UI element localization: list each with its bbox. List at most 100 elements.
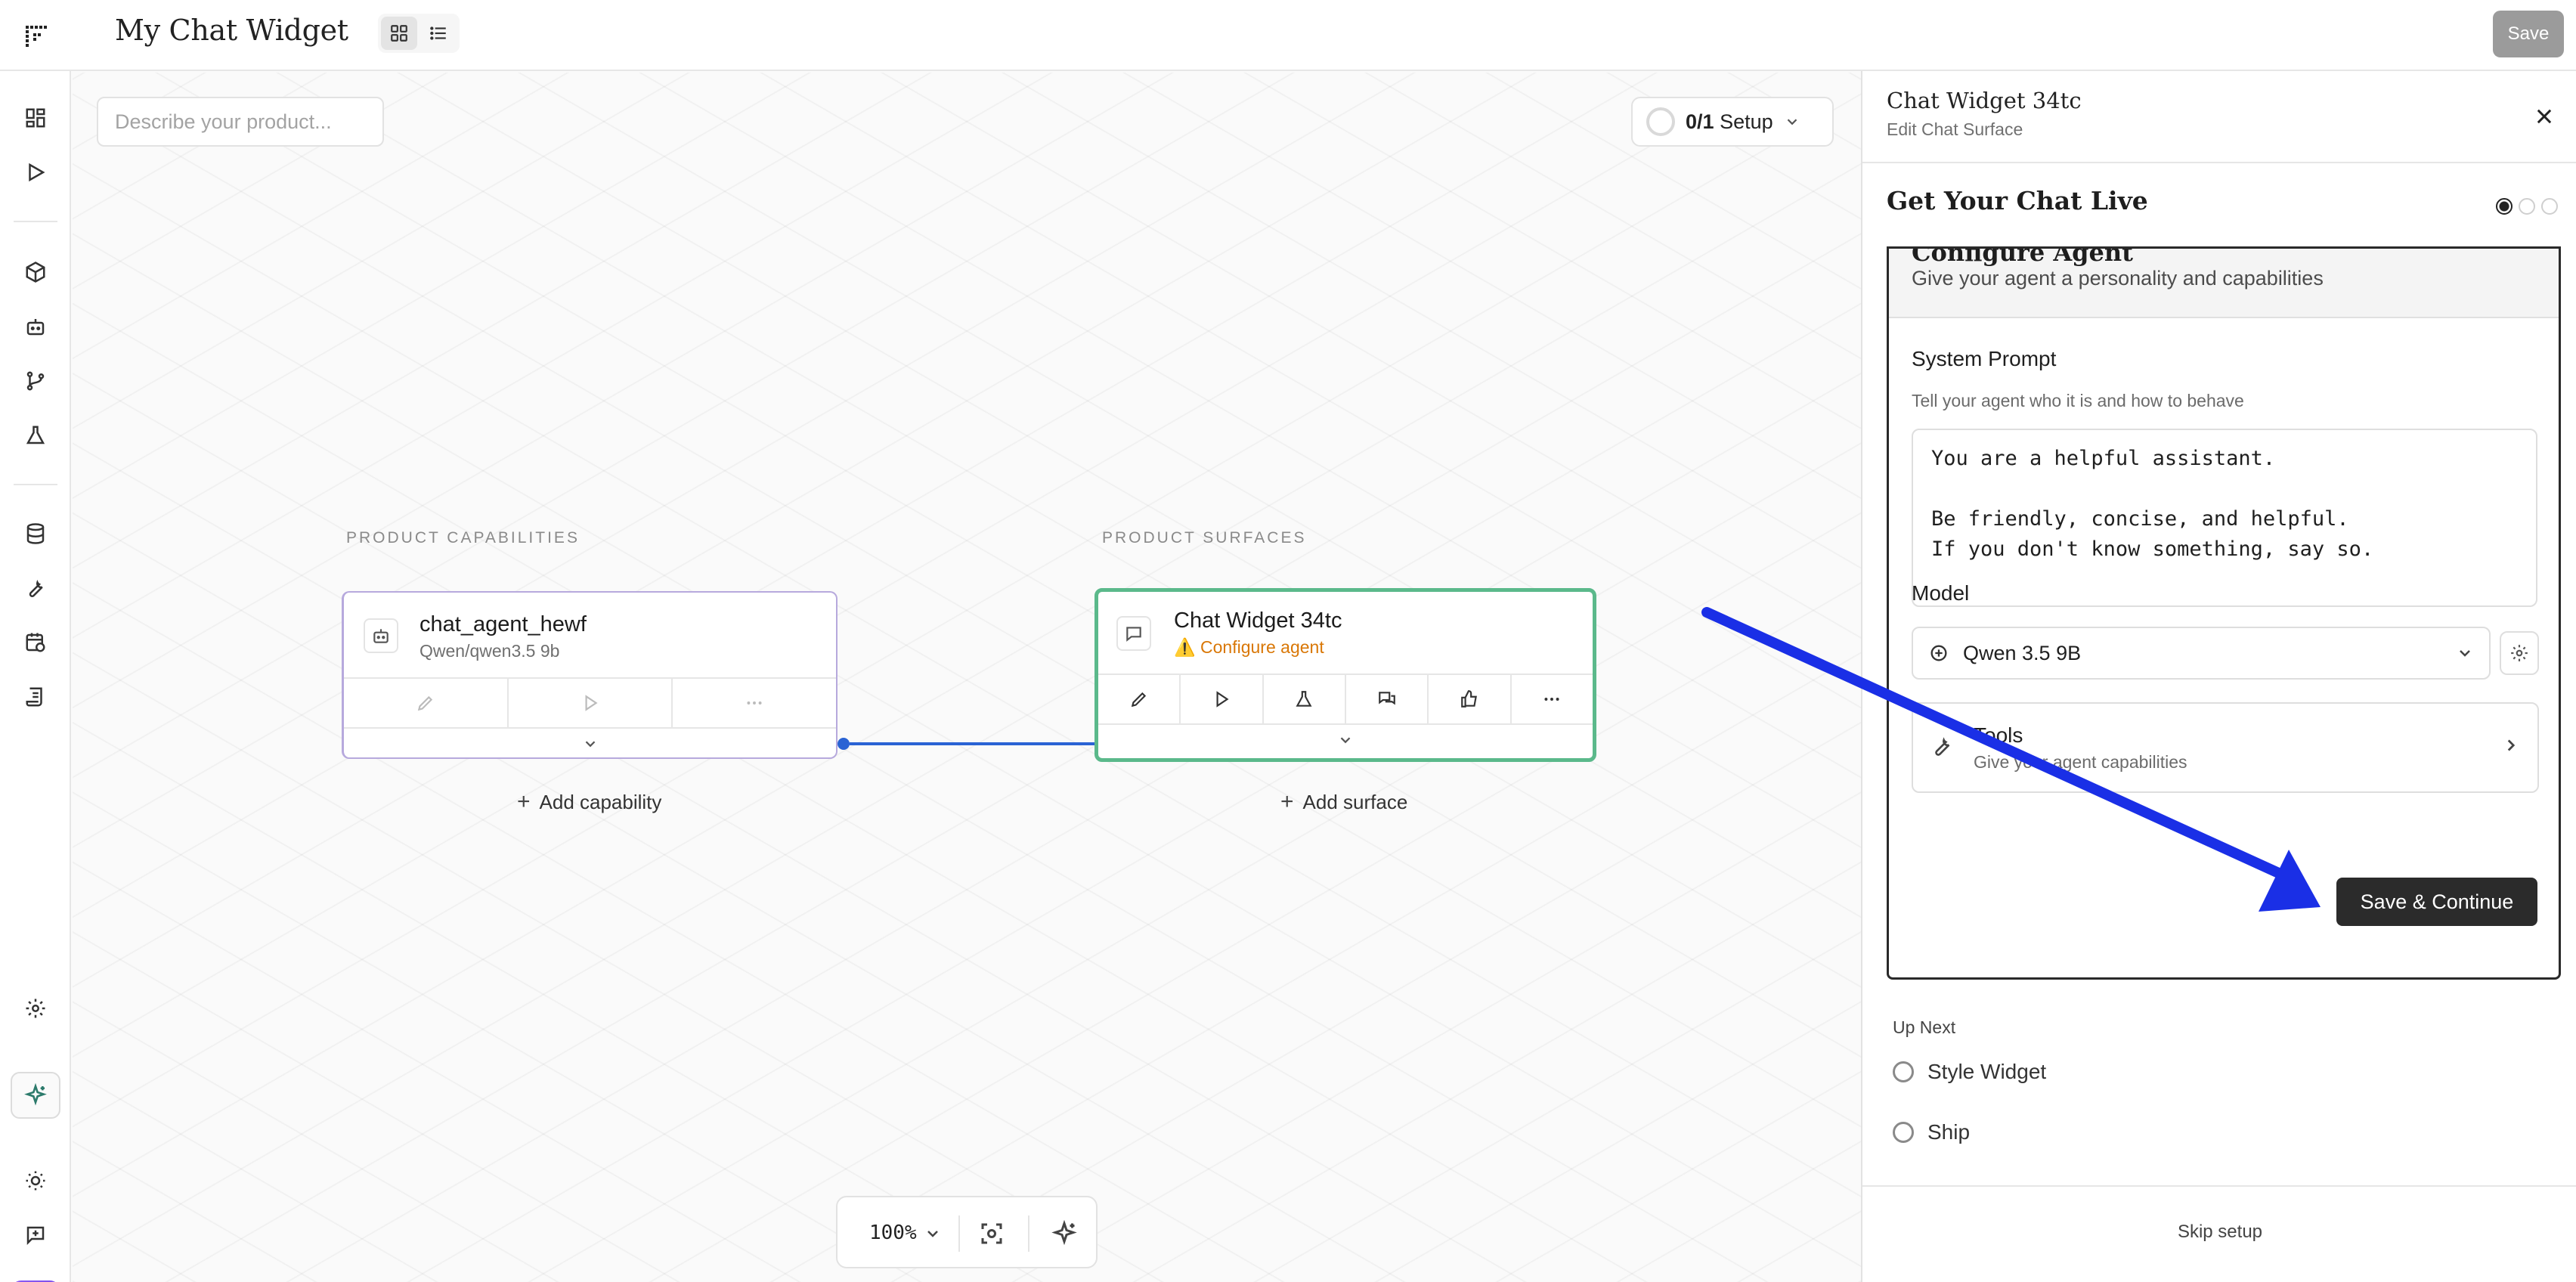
run-surface-button[interactable] (1181, 675, 1264, 723)
up-next-step-style-widget[interactable]: Style Widget (1893, 1060, 2046, 1084)
flask-icon (26, 426, 45, 444)
step-header: Configure Agent Give your agent a person… (1889, 249, 2559, 318)
up-next-label: Up Next (1893, 1017, 1956, 1037)
gear-icon (2511, 645, 2528, 661)
sparkles-icon (24, 1083, 47, 1106)
more-horizontal-icon (747, 701, 762, 704)
edit-surface-button[interactable] (1098, 675, 1181, 723)
sidebar-item-settings[interactable] (17, 990, 54, 1027)
message-plus-icon (26, 1226, 45, 1246)
feedback-button[interactable] (17, 1217, 54, 1253)
sidebar-divider (14, 484, 57, 485)
expand-capability-button[interactable] (344, 729, 836, 759)
surface-more-button[interactable] (1512, 675, 1593, 723)
sidebar-item-database[interactable] (17, 516, 54, 552)
capability-more-button[interactable] (673, 679, 836, 727)
save-button[interactable]: Save (2493, 11, 2564, 57)
capability-node[interactable]: chat_agent_hewf Qwen/qwen3.5 9b (342, 591, 838, 759)
edit-surface-panel: Chat Widget 34tc Edit Chat Surface Get Y… (1861, 71, 2576, 1282)
describe-product-input[interactable] (97, 97, 384, 147)
chevron-down-icon (585, 741, 595, 748)
capability-node-header[interactable]: chat_agent_hewf Qwen/qwen3.5 9b (344, 593, 836, 677)
wrench-icon (1935, 737, 1950, 756)
chevron-right-icon (2507, 739, 2516, 751)
scroll-icon (26, 687, 42, 707)
list-view-button[interactable] (420, 17, 457, 50)
panel-header: Chat Widget 34tc Edit Chat Surface (1862, 71, 2576, 163)
skip-setup-link[interactable]: Skip setup (1862, 1222, 2576, 1243)
top-bar: My Chat Widget Save (0, 0, 2576, 71)
step-description: Give your agent a personality and capabi… (1912, 267, 2324, 290)
sidebar-item-evals[interactable] (17, 417, 54, 454)
setup-progress-button[interactable]: 0/1 Setup (1631, 97, 1834, 147)
edit-capability-button[interactable] (344, 679, 509, 727)
flask-icon (1296, 691, 1312, 707)
run-capability-button[interactable] (509, 679, 673, 727)
tools-row[interactable]: Tools Give your agent capabilities (1912, 702, 2539, 793)
more-horizontal-icon (1544, 698, 1559, 701)
surface-node-header[interactable]: Chat Widget 34tc ⚠️ Configure agent (1098, 592, 1593, 677)
test-surface-button[interactable] (1264, 675, 1346, 723)
pencil-icon (1131, 692, 1146, 708)
page-title[interactable]: My Chat Widget (115, 14, 348, 47)
sidebar-item-run[interactable] (17, 154, 54, 190)
feedback-surface-button[interactable] (1429, 675, 1512, 723)
step-dot[interactable] (2541, 198, 2558, 215)
ai-assistant-button[interactable] (11, 1072, 60, 1119)
step-dot[interactable] (2519, 198, 2535, 215)
sidebar-item-logs[interactable] (17, 679, 54, 715)
toolbar-divider (958, 1215, 960, 1252)
left-sidebar (0, 71, 71, 1282)
toolbar-divider (1028, 1215, 1029, 1252)
up-next-step-label: Ship (1927, 1120, 1971, 1144)
conversations-button[interactable] (1346, 675, 1429, 723)
close-panel-button[interactable] (2528, 100, 2561, 133)
bot-icon (364, 618, 398, 653)
chevron-down-icon (1787, 119, 1797, 125)
git-branch-icon (26, 371, 45, 391)
messages-icon (1378, 692, 1395, 705)
step-dot-current[interactable] (2496, 198, 2513, 215)
play-icon (1216, 691, 1229, 708)
pencil-icon (417, 695, 432, 711)
sidebar-item-products[interactable] (17, 254, 54, 290)
zoom-dropdown-icon[interactable] (924, 1225, 942, 1243)
plus-icon: + (1280, 789, 1294, 814)
zoom-level[interactable]: 100% (869, 1222, 917, 1244)
save-continue-button[interactable]: Save & Continue (2336, 878, 2537, 926)
zoom-toolbar: 100% (836, 1196, 1098, 1268)
database-icon (26, 523, 45, 544)
view-toggle (378, 14, 460, 53)
up-next-step-ship[interactable]: Ship (1893, 1120, 1970, 1144)
play-icon (585, 695, 598, 711)
sidebar-item-workflows[interactable] (17, 363, 54, 399)
app-logo-icon[interactable] (23, 21, 53, 51)
add-capability-button[interactable]: + Add capability (517, 789, 661, 815)
surface-node[interactable]: Chat Widget 34tc ⚠️ Configure agent (1094, 588, 1596, 762)
sun-icon (26, 1171, 45, 1191)
add-surface-button[interactable]: + Add surface (1280, 789, 1407, 815)
configure-agent-warning: Configure agent (1200, 637, 1324, 657)
sidebar-item-agents[interactable] (17, 308, 54, 345)
theme-toggle-button[interactable] (17, 1163, 54, 1199)
system-prompt-textarea[interactable]: You are a helpful assistant. Be friendly… (1912, 429, 2537, 607)
auto-layout-sparkles-icon[interactable] (1051, 1220, 1078, 1247)
product-canvas[interactable]: 0/1 Setup PRODUCT CAPABILITIES PRODUCT S… (73, 73, 1861, 1282)
sidebar-item-dashboard[interactable] (17, 100, 54, 136)
dashboard-icon (26, 108, 45, 128)
play-icon (29, 163, 45, 182)
chevron-down-icon (1340, 737, 1351, 744)
model-select[interactable]: Qwen 3.5 9B (1912, 627, 2491, 680)
sidebar-item-schedules[interactable] (17, 624, 54, 661)
sidebar-item-tools[interactable] (17, 570, 54, 606)
capability-node-model: Qwen/qwen3.5 9b (420, 641, 560, 661)
fit-view-icon[interactable] (978, 1220, 1005, 1247)
grid-view-button[interactable] (381, 17, 417, 50)
setup-label: Setup (1720, 110, 1773, 133)
surface-node-actions (1098, 674, 1593, 725)
setup-count: 0/1 (1686, 110, 1714, 133)
expand-surface-button[interactable] (1098, 725, 1593, 755)
model-settings-button[interactable] (2500, 631, 2539, 675)
chat-bubble-icon (1116, 616, 1151, 651)
bot-icon (26, 319, 45, 336)
